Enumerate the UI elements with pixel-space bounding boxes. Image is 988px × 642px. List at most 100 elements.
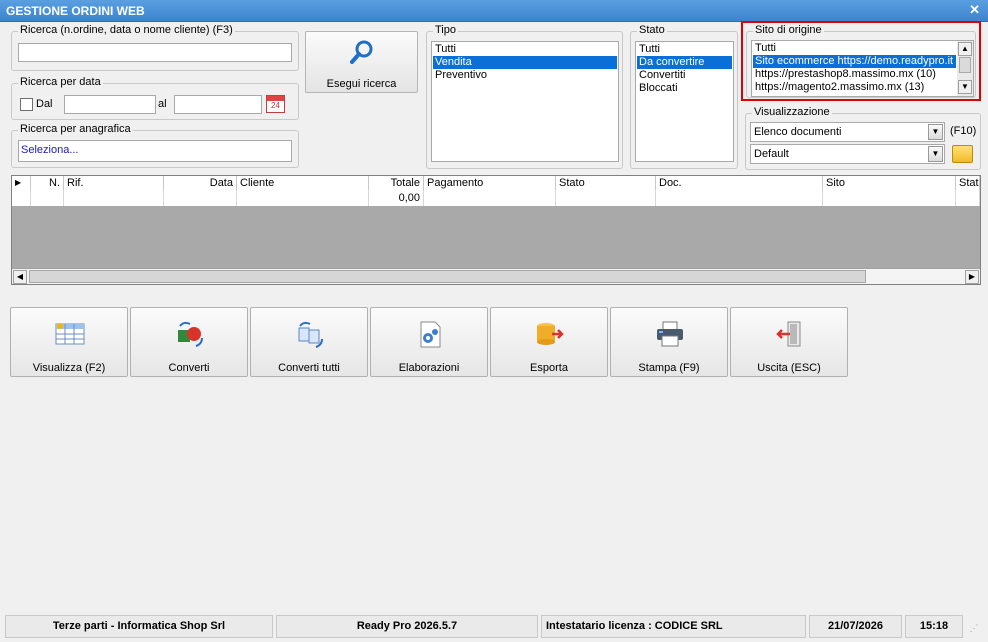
status-date: 21/07/2026 xyxy=(809,615,902,638)
elaborazioni-label: Elaborazioni xyxy=(398,362,460,374)
table-cell xyxy=(956,190,980,206)
printer-icon xyxy=(657,321,683,347)
close-icon[interactable]: ✕ xyxy=(969,2,980,18)
layout-value: Default xyxy=(754,148,789,160)
tipo-group: Tipo Tutti Vendita Preventivo xyxy=(426,24,623,169)
search-icon xyxy=(350,40,373,64)
table-cell xyxy=(237,190,369,206)
tipo-list[interactable]: Tutti Vendita Preventivo xyxy=(431,41,619,162)
sito-list[interactable]: Tutti Sito ecommerce https://demo.readyp… xyxy=(751,40,974,97)
view-type-value: Elenco documenti xyxy=(754,126,842,138)
converti-label: Converti xyxy=(168,362,210,374)
table-cell xyxy=(656,190,823,206)
anag-group-label: Ricerca per anagrafica xyxy=(18,123,133,135)
scroll-left-icon[interactable]: ◀ xyxy=(13,270,27,284)
sito-item-prestashop[interactable]: https://prestashop8.massimo.mx (10) xyxy=(753,68,958,81)
view-shortcut: (F10) xyxy=(950,125,977,137)
chevron-down-icon[interactable]: ▼ xyxy=(928,124,943,140)
stato-group: Stato Tutti Da convertire Convertiti Blo… xyxy=(630,24,738,169)
scroll-up-icon[interactable]: ▲ xyxy=(958,42,972,56)
col-n[interactable]: N. xyxy=(31,176,64,190)
calendar-day: 24 xyxy=(271,101,280,110)
title-bar: GESTIONE ORDINI WEB ✕ xyxy=(0,0,988,22)
scroll-down-icon[interactable]: ▼ xyxy=(958,80,972,94)
status-version: Ready Pro 2026.5.7 xyxy=(276,615,538,638)
grid-view-icon xyxy=(55,323,85,345)
converti-button[interactable]: Converti xyxy=(130,307,248,377)
calendar-icon[interactable]: 24 xyxy=(266,95,285,113)
stampa-button[interactable]: Stampa (F9) xyxy=(610,307,728,377)
tipo-item-tutti[interactable]: Tutti xyxy=(433,43,617,56)
date-search-label: Ricerca per data xyxy=(18,76,103,88)
sito-label: Sito di origine xyxy=(753,24,824,36)
anag-group: Ricerca per anagrafica Seleziona... xyxy=(11,123,299,168)
tipo-item-vendita[interactable]: Vendita xyxy=(433,56,617,69)
status-time: 15:18 xyxy=(905,615,963,638)
sito-item-magento[interactable]: https://magento2.massimo.mx (13) xyxy=(753,81,958,94)
anag-value: Seleziona... xyxy=(21,144,79,156)
horizontal-scrollbar[interactable]: ◀ ▶ xyxy=(12,268,980,284)
stato-list[interactable]: Tutti Da convertire Convertiti Bloccati xyxy=(635,41,734,162)
date-to-input[interactable] xyxy=(174,95,262,114)
search-group-label: Ricerca (n.ordine, data o nome cliente) … xyxy=(18,24,235,36)
visual-group: Visualizzazione Elenco documenti ▼ (F10)… xyxy=(745,106,981,170)
date-from-input[interactable] xyxy=(64,95,156,114)
uscita-button[interactable]: Uscita (ESC) xyxy=(730,307,848,377)
h-scroll-thumb[interactable] xyxy=(29,270,866,283)
table-cell xyxy=(64,190,164,206)
view-type-select[interactable]: Elenco documenti ▼ xyxy=(750,122,945,142)
stato-label: Stato xyxy=(637,24,667,36)
search-button-label: Esegui ricerca xyxy=(326,78,397,90)
resize-grip-icon[interactable]: ⋰ xyxy=(966,620,982,636)
dal-label: Dal xyxy=(36,98,53,110)
col-sito[interactable]: Sito xyxy=(823,176,956,190)
convert-all-icon xyxy=(298,321,323,348)
sito-scrollbar[interactable]: ▲ ▼ xyxy=(957,41,973,96)
stato-item-tutti[interactable]: Tutti xyxy=(637,43,732,56)
elaborazioni-button[interactable]: Elaborazioni xyxy=(370,307,488,377)
uscita-label: Uscita (ESC) xyxy=(757,362,821,374)
col-totale[interactable]: Totale xyxy=(369,176,424,190)
table-cell xyxy=(823,190,956,206)
col-stat[interactable]: Stat xyxy=(956,176,980,190)
dal-checkbox[interactable] xyxy=(20,98,33,111)
convert-icon xyxy=(178,321,203,347)
window-title: GESTIONE ORDINI WEB xyxy=(6,4,145,18)
converti-tutti-button[interactable]: Converti tutti xyxy=(250,307,368,377)
status-license: Intestatario licenza : CODICE SRL xyxy=(541,615,806,638)
layout-select[interactable]: Default ▼ xyxy=(750,144,945,164)
table-cell xyxy=(556,190,656,206)
stato-item-convertiti[interactable]: Convertiti xyxy=(637,69,732,82)
tipo-label: Tipo xyxy=(433,24,458,36)
col-data[interactable]: Data xyxy=(164,176,237,190)
col-doc[interactable]: Doc. xyxy=(656,176,823,190)
visual-label: Visualizzazione xyxy=(752,106,832,118)
sito-item-tutti[interactable]: Tutti xyxy=(753,42,958,55)
col-pagamento[interactable]: Pagamento xyxy=(424,176,556,190)
col-rif[interactable]: Rif. xyxy=(64,176,164,190)
sito-item-readypro[interactable]: Sito ecommerce https://demo.readypro.it xyxy=(753,55,956,68)
sito-group: Sito di origine Tutti Sito ecommerce htt… xyxy=(746,24,976,98)
chevron-down-icon[interactable]: ▼ xyxy=(928,146,943,162)
visualizza-label: Visualizza (F2) xyxy=(32,362,106,374)
tipo-item-preventivo[interactable]: Preventivo xyxy=(433,69,617,82)
folder-icon[interactable] xyxy=(952,145,973,163)
col-stato[interactable]: Stato xyxy=(556,176,656,190)
scroll-right-icon[interactable]: ▶ xyxy=(965,270,979,284)
scroll-thumb[interactable] xyxy=(959,57,971,73)
table-row[interactable] xyxy=(12,190,31,206)
stato-item-da-convertire[interactable]: Da convertire xyxy=(637,56,732,69)
date-search-group: Ricerca per data Dal al 24 xyxy=(11,76,299,120)
al-label: al xyxy=(158,98,167,110)
visualizza-button[interactable]: Visualizza (F2) xyxy=(10,307,128,377)
col-cliente[interactable]: Cliente xyxy=(237,176,369,190)
anag-input[interactable]: Seleziona... xyxy=(18,140,292,162)
export-icon xyxy=(537,323,564,345)
total-cell: 0,00 xyxy=(369,190,424,206)
stampa-label: Stampa (F9) xyxy=(638,362,700,374)
search-button[interactable]: Esegui ricerca xyxy=(305,31,418,93)
stato-item-bloccati[interactable]: Bloccati xyxy=(637,82,732,95)
esporta-button[interactable]: Esporta xyxy=(490,307,608,377)
table-cell xyxy=(164,190,237,206)
search-input[interactable] xyxy=(18,43,292,62)
